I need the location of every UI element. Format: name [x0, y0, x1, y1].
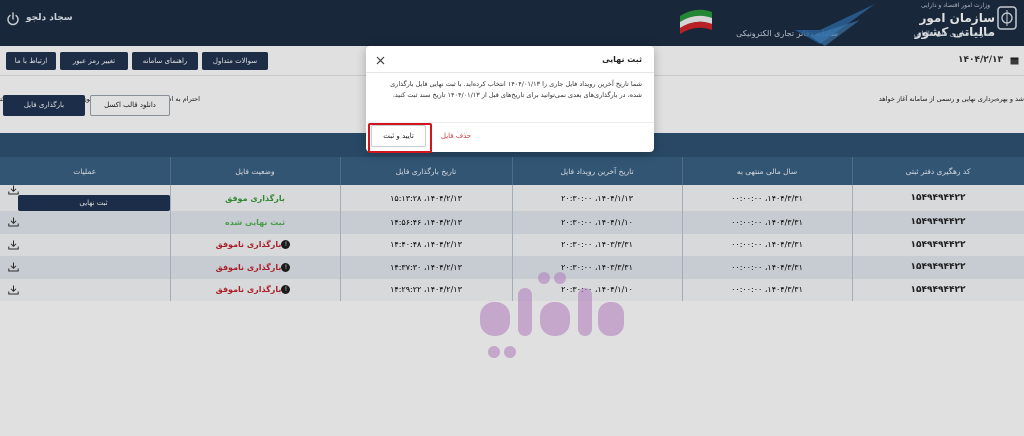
delete-file-button[interactable]: حذف فایل	[436, 125, 476, 147]
dialog-title: ثبت نهایی	[602, 55, 642, 64]
close-icon[interactable]	[376, 56, 385, 65]
confirm-highlight-box	[368, 123, 432, 153]
dialog-divider	[366, 72, 654, 73]
dialog-message: شما تاریخ آخرین رویداد فایل جاری را ۱۴۰۴…	[390, 80, 642, 99]
